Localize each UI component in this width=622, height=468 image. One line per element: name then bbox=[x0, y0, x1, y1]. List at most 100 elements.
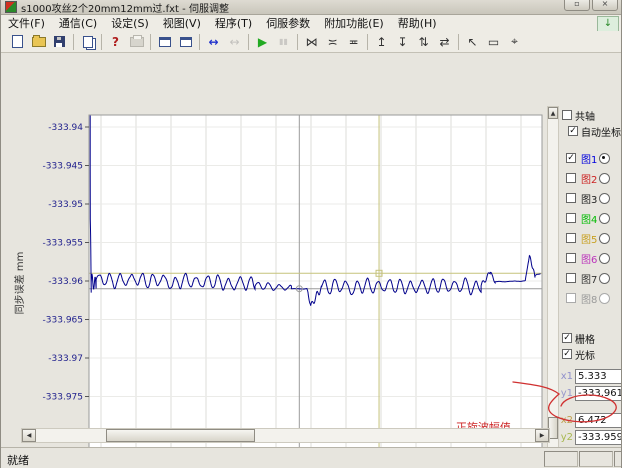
cursor-checkbox[interactable]: ✓ 光标 bbox=[562, 347, 622, 361]
y-tick-label: -333.97 bbox=[48, 354, 83, 364]
plot-4-checkbox[interactable] bbox=[566, 213, 576, 223]
plot-1-label: 图1 bbox=[581, 151, 597, 166]
toolbar-separator bbox=[101, 34, 102, 50]
status-text: 就绪 bbox=[7, 452, 29, 468]
checkbox-icon: ✓ bbox=[562, 333, 572, 343]
maximize-button[interactable]: ▫ bbox=[564, 0, 590, 11]
menu-item-help[interactable]: 帮助(H) bbox=[391, 16, 444, 31]
shift-y-up-icon: ⇅ bbox=[418, 35, 428, 49]
readout-y1: y1-333.961 bbox=[560, 386, 622, 401]
run-icon: ▶ bbox=[258, 35, 267, 49]
menu-item-servo-params[interactable]: 伺服参数 bbox=[259, 16, 317, 31]
scale-y-up-button[interactable]: ↥ bbox=[371, 33, 392, 51]
vertical-scrollbar[interactable]: ▲ ▼ bbox=[547, 106, 559, 468]
green-down-arrow-button[interactable]: ↓ bbox=[597, 16, 619, 32]
plot-5-checkbox[interactable] bbox=[566, 233, 576, 243]
menu-item-addons[interactable]: 附加功能(E) bbox=[317, 16, 391, 31]
checkbox-icon bbox=[562, 110, 572, 120]
plot-6-checkbox[interactable] bbox=[566, 253, 576, 263]
scale-y-down-button[interactable]: ↧ bbox=[392, 33, 413, 51]
save-file-button[interactable] bbox=[49, 33, 70, 51]
plot-2-checkbox[interactable] bbox=[566, 173, 576, 183]
fit-all-button[interactable]: ⋈ bbox=[301, 33, 322, 51]
y-tick-label: -333.95 bbox=[48, 200, 83, 210]
y-tick-label: -333.975 bbox=[43, 393, 83, 403]
horizontal-scrollbar[interactable]: ◀ ▶ bbox=[21, 428, 550, 443]
window-view-1-button[interactable] bbox=[154, 33, 175, 51]
new-file-button[interactable] bbox=[7, 33, 28, 51]
readout-y1-label: y1 bbox=[560, 388, 573, 399]
auto-coord-checkbox[interactable]: ✓ 自动坐标 bbox=[568, 124, 622, 138]
toolbar-separator bbox=[297, 34, 298, 50]
fit-all-icon: ⋈ bbox=[306, 35, 318, 49]
plot-7-checkbox[interactable] bbox=[566, 273, 576, 283]
menu-item-file[interactable]: 文件(F) bbox=[1, 16, 52, 31]
y-tick-label: -333.94 bbox=[48, 123, 83, 133]
pause-button[interactable]: ▮▮ bbox=[273, 33, 294, 51]
print-button[interactable] bbox=[126, 33, 147, 51]
menu-item-view[interactable]: 视图(V) bbox=[156, 16, 208, 31]
help-key-button[interactable]: ? bbox=[105, 33, 126, 51]
readout-y2-field[interactable]: -333.959 bbox=[575, 430, 622, 445]
plot-7-radio[interactable] bbox=[599, 273, 610, 284]
fit-x-button[interactable]: ≍ bbox=[322, 33, 343, 51]
plot-1-checkbox[interactable]: ✓ bbox=[566, 153, 576, 163]
horizontal-scroll-thumb[interactable] bbox=[106, 429, 255, 442]
plot-row-4: 图4 bbox=[566, 208, 622, 228]
readout-y2-label: y2 bbox=[560, 432, 573, 443]
toolbar-separator bbox=[199, 34, 200, 50]
scale-y-up-icon: ↥ bbox=[376, 35, 386, 49]
plot-3-checkbox[interactable] bbox=[566, 193, 576, 203]
window-title: s1000攻丝2个20mm12mm过.fxt - 伺服调整 bbox=[21, 0, 229, 15]
scroll-right-button[interactable]: ▶ bbox=[535, 429, 549, 442]
fit-x-icon: ≍ bbox=[327, 35, 337, 49]
menu-item-program[interactable]: 程序(T) bbox=[208, 16, 259, 31]
pointer-button[interactable]: ↖ bbox=[462, 33, 483, 51]
status-cell bbox=[614, 451, 622, 467]
span-x-icon: ↔ bbox=[208, 35, 218, 49]
scroll-up-button[interactable]: ▲ bbox=[548, 107, 558, 119]
open-file-button[interactable] bbox=[28, 33, 49, 51]
readout-y1-field[interactable]: -333.961 bbox=[575, 386, 622, 401]
plot-8-checkbox[interactable] bbox=[566, 293, 576, 303]
plot-row-2: 图2 bbox=[566, 168, 622, 188]
coaxial-label: 共轴 bbox=[575, 108, 595, 123]
shift-y-down-button[interactable]: ⇄ bbox=[434, 33, 455, 51]
close-button[interactable]: × bbox=[592, 0, 618, 11]
select-box-button[interactable]: ▭ bbox=[483, 33, 504, 51]
grid-checkbox[interactable]: ✓ 栅格 bbox=[562, 331, 622, 345]
window-view-2-button[interactable] bbox=[175, 33, 196, 51]
readout-x1-field[interactable]: 5.333 bbox=[575, 369, 622, 384]
coaxial-checkbox[interactable]: 共轴 bbox=[562, 108, 622, 122]
fit-y-button[interactable]: ≖ bbox=[343, 33, 364, 51]
y-tick-label: -333.965 bbox=[43, 316, 83, 326]
span-x-button[interactable]: ↔ bbox=[203, 33, 224, 51]
scroll-left-button[interactable]: ◀ bbox=[22, 429, 36, 442]
plot-3-radio[interactable] bbox=[599, 193, 610, 204]
span-x-alt-button[interactable]: ↔ bbox=[224, 33, 245, 51]
span-x-alt-icon: ↔ bbox=[229, 35, 239, 49]
checkbox-icon: ✓ bbox=[562, 349, 572, 359]
plot-1-radio[interactable] bbox=[599, 153, 610, 164]
plot-row-3: 图3 bbox=[566, 188, 622, 208]
menubar: 文件(F)通信(C)设定(S)视图(V)程序(T)伺服参数附加功能(E)帮助(H… bbox=[1, 15, 621, 32]
plot-4-radio[interactable] bbox=[599, 213, 610, 224]
plot-6-radio[interactable] bbox=[599, 253, 610, 264]
menu-item-settings[interactable]: 设定(S) bbox=[104, 16, 156, 31]
readout-y2: y2-333.959 bbox=[560, 430, 622, 445]
plot-8-radio[interactable] bbox=[599, 293, 610, 304]
move-view-button[interactable]: ⌖ bbox=[504, 33, 525, 51]
plot-2-radio[interactable] bbox=[599, 173, 610, 184]
status-cell bbox=[544, 451, 578, 467]
plot-5-radio[interactable] bbox=[599, 233, 610, 244]
titlebar[interactable]: s1000攻丝2个20mm12mm过.fxt - 伺服调整 ▫ × bbox=[1, 0, 621, 15]
plot-row-6: 图6 bbox=[566, 248, 622, 268]
y-axis-label: 同步误差 mm bbox=[13, 252, 26, 315]
readout-x2-field[interactable]: 6.472 bbox=[575, 413, 622, 428]
menu-item-comm[interactable]: 通信(C) bbox=[52, 16, 104, 31]
copy-icon bbox=[83, 36, 93, 48]
copy-button[interactable] bbox=[77, 33, 98, 51]
toolbar-separator bbox=[248, 34, 249, 50]
shift-y-up-button[interactable]: ⇅ bbox=[413, 33, 434, 51]
run-button[interactable]: ▶ bbox=[252, 33, 273, 51]
